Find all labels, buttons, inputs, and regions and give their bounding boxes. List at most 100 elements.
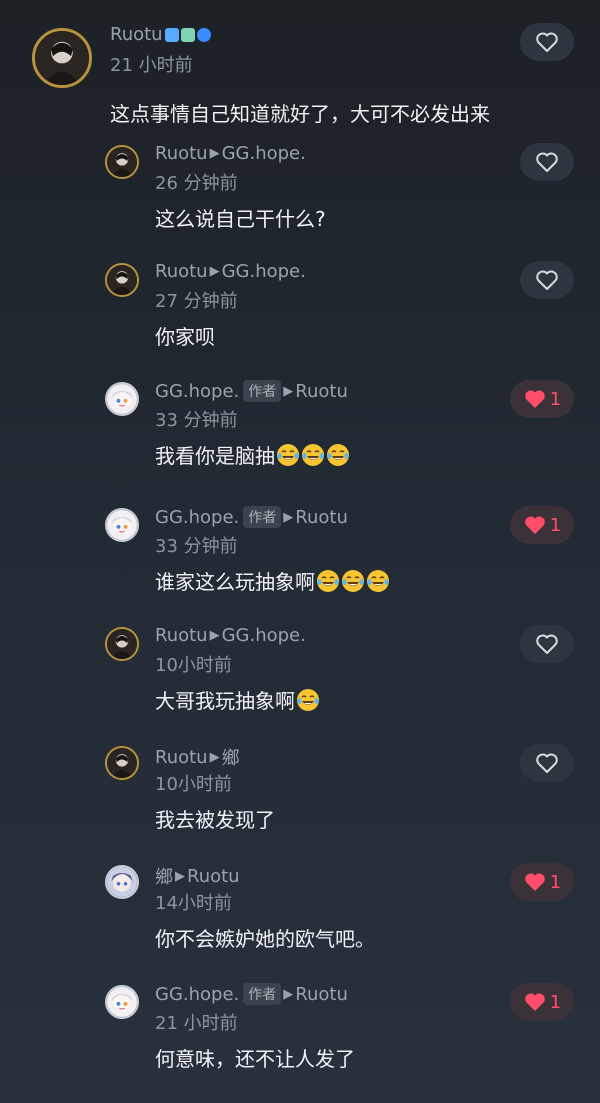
like-button[interactable]: 1 <box>510 506 574 544</box>
reply-target-name[interactable]: GG.hope. <box>222 261 306 282</box>
reply-author-name[interactable]: 鄉 <box>155 863 173 889</box>
like-button[interactable] <box>520 143 574 181</box>
avatar-image <box>107 748 137 778</box>
heart-icon <box>536 753 558 773</box>
reply-author-name[interactable]: Ruotu <box>155 143 208 164</box>
reply-text-content: 大哥我玩抽象啊 <box>155 689 295 713</box>
like-button[interactable] <box>520 625 574 663</box>
main-comment: Ruotu 21 小时前 这点事情自己知道就好了，大可不必发出来 <box>0 0 600 140</box>
author-tag: 作者 <box>243 380 282 402</box>
reply-names: GG.hope. 作者 ▶ Ruotu <box>155 983 348 1005</box>
reply-author-name[interactable]: GG.hope. <box>155 381 239 402</box>
reply-target-name[interactable]: Ruotu <box>187 866 240 887</box>
reply-arrow-icon: ▶ <box>209 628 220 643</box>
username[interactable]: Ruotu <box>110 24 211 45</box>
comment-text: 这点事情自己知道就好了，大可不必发出来 <box>110 102 490 126</box>
avatar[interactable] <box>105 746 139 780</box>
reply-text: 我去被发现了 <box>155 804 275 833</box>
laughing-tears-emoji-icon <box>302 444 324 466</box>
reply-author-name[interactable]: GG.hope. <box>155 507 239 528</box>
reply-time: 10小时前 <box>155 655 232 676</box>
reply-comment: Ruotu ▶ GG.hope. 27 分钟前 你家呗 <box>0 258 600 376</box>
reply-arrow-icon: ▶ <box>283 986 294 1002</box>
heart-icon <box>525 516 545 534</box>
avatar[interactable] <box>105 382 139 416</box>
reply-arrow-icon: ▶ <box>209 749 220 765</box>
heart-icon <box>525 873 545 891</box>
reply-arrow-icon: ▶ <box>209 264 220 279</box>
reply-time: 33 分钟前 <box>155 536 238 557</box>
reply-author-name[interactable]: Ruotu <box>155 747 208 768</box>
badge-game-icon <box>164 27 179 42</box>
reply-text-content: 谁家这么玩抽象啊 <box>155 570 315 594</box>
avatar[interactable] <box>32 28 92 88</box>
avatar-image <box>107 629 137 659</box>
like-button[interactable]: 1 <box>510 863 574 901</box>
avatar-image <box>107 510 137 540</box>
like-button[interactable]: 1 <box>510 983 574 1021</box>
reply-target-name[interactable]: Ruotu <box>295 984 348 1005</box>
reply-time: 21 小时前 <box>155 1013 238 1034</box>
like-button[interactable] <box>520 744 574 782</box>
avatar[interactable] <box>105 985 139 1019</box>
reply-names: Ruotu ▶ GG.hope. <box>155 261 306 282</box>
avatar[interactable] <box>105 145 139 179</box>
comment-time: 21 小时前 <box>110 55 193 76</box>
reply-comment: GG.hope. 作者 ▶ Ruotu 33 分钟前谁家这么玩抽象啊 1 <box>0 503 600 621</box>
reply-text: 你家呗 <box>155 321 215 350</box>
reply-text-content: 这么说自己干什么? <box>155 207 326 231</box>
author-tag: 作者 <box>243 983 282 1005</box>
reply-target-name[interactable]: 鄉 <box>222 744 240 770</box>
like-button[interactable]: 1 <box>510 380 574 418</box>
like-count: 1 <box>549 388 562 410</box>
author-tag: 作者 <box>243 506 282 528</box>
reply-author-name[interactable]: GG.hope. <box>155 984 239 1005</box>
reply-text-content: 何意味，还不让人发了 <box>155 1047 355 1071</box>
reply-text-content: 我去被发现了 <box>155 808 275 832</box>
reply-author-name[interactable]: Ruotu <box>155 625 208 646</box>
avatar-image <box>107 987 137 1017</box>
like-button[interactable] <box>520 261 574 299</box>
reply-text: 你不会嫉妒她的欧气吧。 <box>155 923 375 952</box>
avatar[interactable] <box>105 865 139 899</box>
like-count: 1 <box>549 514 562 536</box>
laughing-tears-emoji-icon <box>297 689 319 711</box>
heart-icon <box>536 152 558 172</box>
reply-text: 这么说自己干什么? <box>155 203 326 232</box>
reply-text: 我看你是脑抽 <box>155 440 350 469</box>
reply-text-content: 我看你是脑抽 <box>155 444 275 468</box>
reply-text-content: 你不会嫉妒她的欧气吧。 <box>155 927 375 951</box>
laughing-tears-emoji-icon <box>327 444 349 466</box>
reply-author-name[interactable]: Ruotu <box>155 261 208 282</box>
reply-names: Ruotu ▶ GG.hope. <box>155 143 306 164</box>
badge-diamond-icon <box>180 27 195 42</box>
reply-comment: GG.hope. 作者 ▶ Ruotu 21 小时前何意味，还不让人发了 1 <box>0 980 600 1098</box>
heart-icon <box>525 993 545 1011</box>
reply-names: 鄉 ▶ Ruotu <box>155 863 240 889</box>
reply-target-name[interactable]: Ruotu <box>295 507 348 528</box>
reply-arrow-icon: ▶ <box>175 868 185 884</box>
reply-target-name[interactable]: GG.hope. <box>222 625 306 646</box>
like-button[interactable] <box>520 23 574 61</box>
laughing-tears-emoji-icon <box>342 570 364 592</box>
avatar-image <box>107 384 137 414</box>
heart-icon <box>525 390 545 408</box>
heart-icon <box>536 270 558 290</box>
reply-target-name[interactable]: Ruotu <box>295 381 348 402</box>
avatar[interactable] <box>105 263 139 297</box>
reply-comment: Ruotu ▶ GG.hope. 26 分钟前 这么说自己干什么? <box>0 140 600 258</box>
reply-names: Ruotu ▶ GG.hope. <box>155 625 306 646</box>
reply-comment: Ruotu ▶ 鄉 10小时前 我去被发现了 <box>0 741 600 859</box>
reply-names: GG.hope. 作者 ▶ Ruotu <box>155 380 348 402</box>
reply-names: GG.hope. 作者 ▶ Ruotu <box>155 506 348 528</box>
reply-arrow-icon: ▶ <box>283 509 294 525</box>
avatar-image <box>107 867 137 897</box>
reply-arrow-icon: ▶ <box>209 146 220 161</box>
laughing-tears-emoji-icon <box>317 570 339 592</box>
avatar[interactable] <box>105 508 139 542</box>
reply-comment: Ruotu ▶ GG.hope. 10小时前大哥我玩抽象啊 <box>0 622 600 740</box>
avatar-image <box>107 147 137 177</box>
reply-target-name[interactable]: GG.hope. <box>222 143 306 164</box>
reply-time: 14小时前 <box>155 893 232 914</box>
avatar[interactable] <box>105 627 139 661</box>
